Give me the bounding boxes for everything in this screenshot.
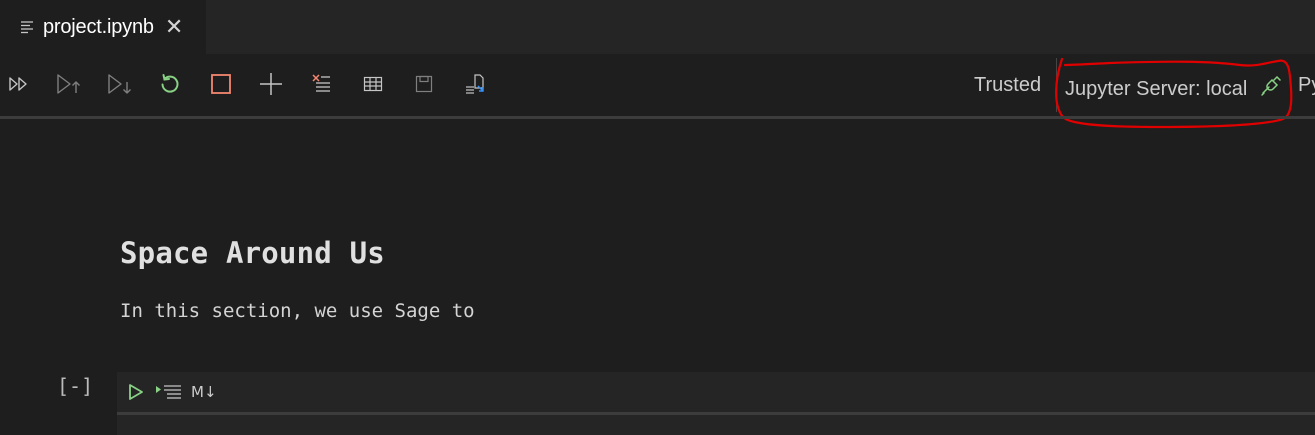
run-above-button[interactable]: [51, 67, 85, 101]
clear-outputs-button[interactable]: [305, 67, 339, 101]
save-icon: [415, 75, 433, 93]
interrupt-kernel-button[interactable]: [204, 67, 238, 101]
variable-explorer-button[interactable]: [356, 67, 390, 101]
editor-tab[interactable]: project.ipynb ✕: [0, 0, 206, 54]
markdown-paragraph: In this section, we use Sage to: [120, 300, 475, 322]
run-all-button[interactable]: [2, 67, 36, 101]
trusted-status[interactable]: Trusted: [974, 74, 1041, 97]
export-button[interactable]: [458, 67, 492, 101]
clear-outputs-icon: [312, 74, 330, 92]
restart-kernel-button[interactable]: [153, 67, 187, 101]
run-above-icon: [57, 74, 80, 94]
cell-separator: [117, 412, 1315, 415]
markdown-heading: Space Around Us: [120, 236, 385, 270]
table-icon: [363, 76, 383, 92]
run-by-line-icon: [156, 385, 181, 399]
toolbar-separator: [0, 116, 1315, 119]
run-below-button[interactable]: [102, 67, 136, 101]
run-all-icon: [9, 77, 27, 91]
execution-count: [-]: [57, 374, 94, 398]
restart-icon: [161, 74, 179, 93]
run-icon: [129, 384, 143, 400]
tab-bar: project.ipynb ✕: [0, 0, 1315, 54]
run-by-line-button[interactable]: [155, 382, 183, 402]
stop-icon: [211, 74, 231, 94]
add-cell-button[interactable]: [254, 67, 288, 101]
kernel-status[interactable]: Py: [1298, 74, 1315, 97]
code-cell[interactable]: M↓: [117, 372, 1315, 435]
export-icon: [466, 74, 484, 94]
save-button[interactable]: [407, 67, 441, 101]
plus-icon: [260, 73, 282, 95]
run-below-icon: [108, 74, 131, 94]
run-cell-button[interactable]: [127, 382, 145, 402]
tab-title: project.ipynb: [43, 15, 154, 38]
file-lines-icon: [20, 20, 34, 34]
close-icon[interactable]: ✕: [165, 16, 183, 38]
annotation-highlight: [1055, 57, 1293, 129]
cell-toolbar: M↓: [117, 372, 1315, 412]
markdown-toggle[interactable]: M↓: [191, 383, 217, 401]
